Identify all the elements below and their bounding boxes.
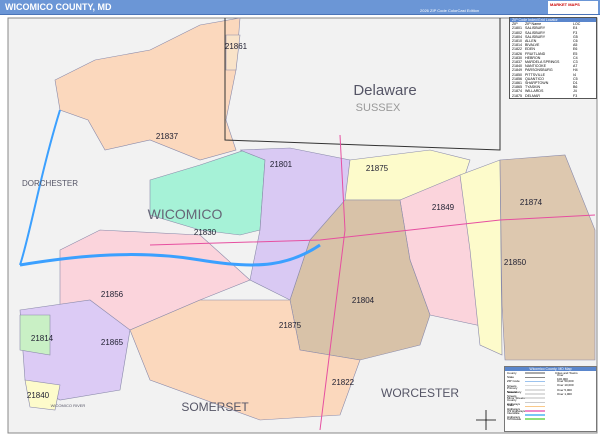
legend-city-label: Over 1,000 xyxy=(557,391,572,396)
county-label: SUSSEX xyxy=(356,102,401,114)
zip-locator-table: ZIP Code Index/Grid Locator ZIP ZIP Name… xyxy=(509,17,597,99)
county-label: WORCESTER xyxy=(381,386,459,400)
legend-item: Toll Roads xyxy=(505,417,555,421)
legend-swatch xyxy=(525,380,545,383)
zip-label: 21822 xyxy=(332,378,355,387)
zip-label: 21840 xyxy=(27,391,50,400)
legend-swatch xyxy=(525,384,545,387)
map-legend: Wicomico County, MD Map County State ZIP C… xyxy=(504,366,597,432)
legend-swatch xyxy=(525,405,545,408)
legend-city: Over 1,000 xyxy=(555,392,595,396)
zip-label: 21874 xyxy=(520,198,543,207)
edition-label: 2026 ZIP Code ColorCast Edition xyxy=(420,8,480,13)
zip-label: 21861 xyxy=(225,42,248,51)
legend-swatch xyxy=(525,397,545,399)
legend-swatch xyxy=(525,389,545,391)
zip-label: 21801 xyxy=(270,160,293,169)
legend-swatch xyxy=(525,376,545,379)
zip-label: 21837 xyxy=(156,132,179,141)
zip-label: 21875 xyxy=(279,321,302,330)
legend-swatch xyxy=(525,372,545,374)
map-title: WICOMICO COUNTY, MD xyxy=(5,2,112,12)
legend-swatch xyxy=(525,393,545,395)
zip-label: 21850 xyxy=(504,258,527,267)
legend-label: Toll Roads xyxy=(507,417,522,422)
locator-cell: F3 xyxy=(573,93,578,98)
locator-cell: DELMAR xyxy=(525,93,540,98)
publisher-logo: MARKET MAPS xyxy=(548,1,598,14)
zip-label: 21865 xyxy=(101,338,124,347)
legend-swatch xyxy=(525,414,545,416)
locator-row: 21875 DELMAR F3 xyxy=(510,94,596,98)
state-label: Delaware xyxy=(353,82,416,99)
zip-label: 21830 xyxy=(194,228,217,237)
legend-swatch xyxy=(525,418,545,420)
zip-label: 21856 xyxy=(101,290,124,299)
zip-label: 21849 xyxy=(432,203,455,212)
county-label: DORCHESTER xyxy=(22,179,78,188)
locator-cell: 21875 xyxy=(512,93,522,98)
legend-swatch xyxy=(525,410,545,412)
zip-label: 21804 xyxy=(352,296,375,305)
header-bar: WICOMICO COUNTY, MD 2026 ZIP Code ColorC… xyxy=(0,0,600,15)
legend-swatch xyxy=(525,401,545,404)
river-label: WICOMICO RIVER xyxy=(51,403,86,408)
county-label: WICOMICO xyxy=(148,206,223,222)
zip-label: 21814 xyxy=(31,334,54,343)
county-label: SOMERSET xyxy=(181,400,249,414)
zip-label: 21875 xyxy=(366,164,389,173)
